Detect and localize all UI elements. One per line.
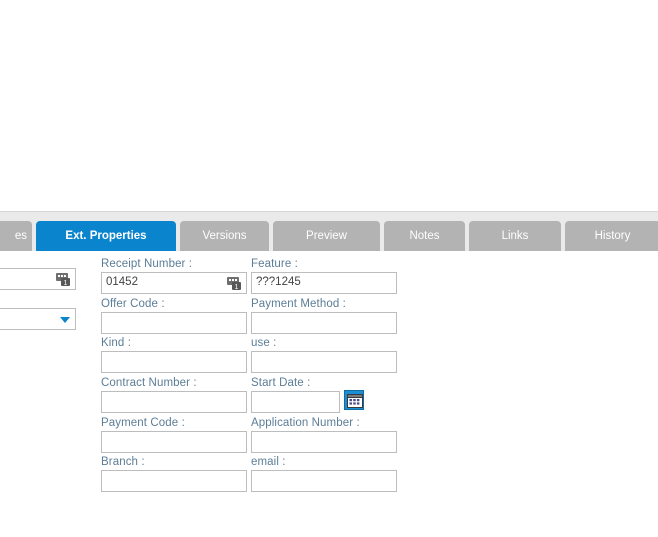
input-payment-code[interactable] bbox=[101, 431, 247, 453]
input-feature-value: ???1245 bbox=[256, 276, 301, 288]
input-kind[interactable] bbox=[101, 351, 247, 373]
tab-bar: es Ext. Properties Versions Preview Note… bbox=[0, 212, 658, 251]
blank-content-area bbox=[0, 0, 658, 211]
lookup-card-icon[interactable]: 1 bbox=[226, 275, 243, 292]
label-offer-code: Offer Code : bbox=[101, 298, 165, 310]
tab-label: Preview bbox=[306, 230, 347, 242]
tab-label: Notes bbox=[409, 230, 440, 242]
label-payment-code: Payment Code : bbox=[101, 417, 185, 429]
tab-history[interactable]: History bbox=[565, 221, 658, 251]
svg-text:1: 1 bbox=[64, 280, 68, 287]
calendar-picker-button[interactable] bbox=[344, 390, 364, 410]
tab-links[interactable]: Links bbox=[469, 221, 561, 251]
input-offer-code[interactable] bbox=[101, 312, 247, 334]
input-feature[interactable]: ???1245 bbox=[251, 272, 397, 294]
label-use: use : bbox=[251, 337, 277, 349]
input-use[interactable] bbox=[251, 351, 397, 373]
label-contract-number: Contract Number : bbox=[101, 377, 197, 389]
clipped-left-input[interactable]: 1 bbox=[0, 268, 76, 290]
label-branch: Branch : bbox=[101, 456, 145, 468]
input-start-date[interactable] bbox=[251, 391, 340, 413]
label-receipt-number: Receipt Number : bbox=[101, 258, 193, 270]
tab-label: Links bbox=[501, 230, 529, 242]
tab-properties-clipped[interactable]: es bbox=[0, 221, 32, 251]
calendar-icon bbox=[347, 394, 363, 408]
input-branch[interactable] bbox=[101, 470, 247, 492]
clipped-left-select[interactable] bbox=[0, 308, 76, 330]
tab-versions[interactable]: Versions bbox=[180, 221, 269, 251]
input-receipt-number[interactable]: 01452 1 bbox=[101, 272, 247, 294]
label-application-number: Application Number : bbox=[251, 417, 360, 429]
tab-label: es bbox=[14, 230, 27, 242]
lookup-card-icon[interactable]: 1 bbox=[55, 271, 72, 288]
label-start-date: Start Date : bbox=[251, 377, 311, 389]
svg-text:1: 1 bbox=[235, 284, 239, 291]
input-payment-method[interactable] bbox=[251, 312, 397, 334]
input-application-number[interactable] bbox=[251, 431, 397, 453]
tab-ext-properties[interactable]: Ext. Properties bbox=[36, 221, 176, 251]
tab-label: Ext. Properties bbox=[65, 230, 147, 242]
input-contract-number[interactable] bbox=[101, 391, 247, 413]
tab-label: History bbox=[594, 230, 631, 242]
input-receipt-number-value: 01452 bbox=[106, 276, 138, 288]
label-payment-method: Payment Method : bbox=[251, 298, 346, 310]
tab-label: Versions bbox=[202, 230, 247, 242]
label-email: email : bbox=[251, 456, 286, 468]
tab-preview[interactable]: Preview bbox=[273, 221, 380, 251]
label-feature: Feature : bbox=[251, 258, 298, 270]
input-email[interactable] bbox=[251, 470, 397, 492]
chevron-down-icon[interactable] bbox=[60, 317, 70, 323]
label-kind: Kind : bbox=[101, 337, 132, 349]
tab-notes[interactable]: Notes bbox=[384, 221, 465, 251]
ext-properties-form: 1 Receipt Number : 01452 1 Feature : ???… bbox=[0, 251, 658, 537]
